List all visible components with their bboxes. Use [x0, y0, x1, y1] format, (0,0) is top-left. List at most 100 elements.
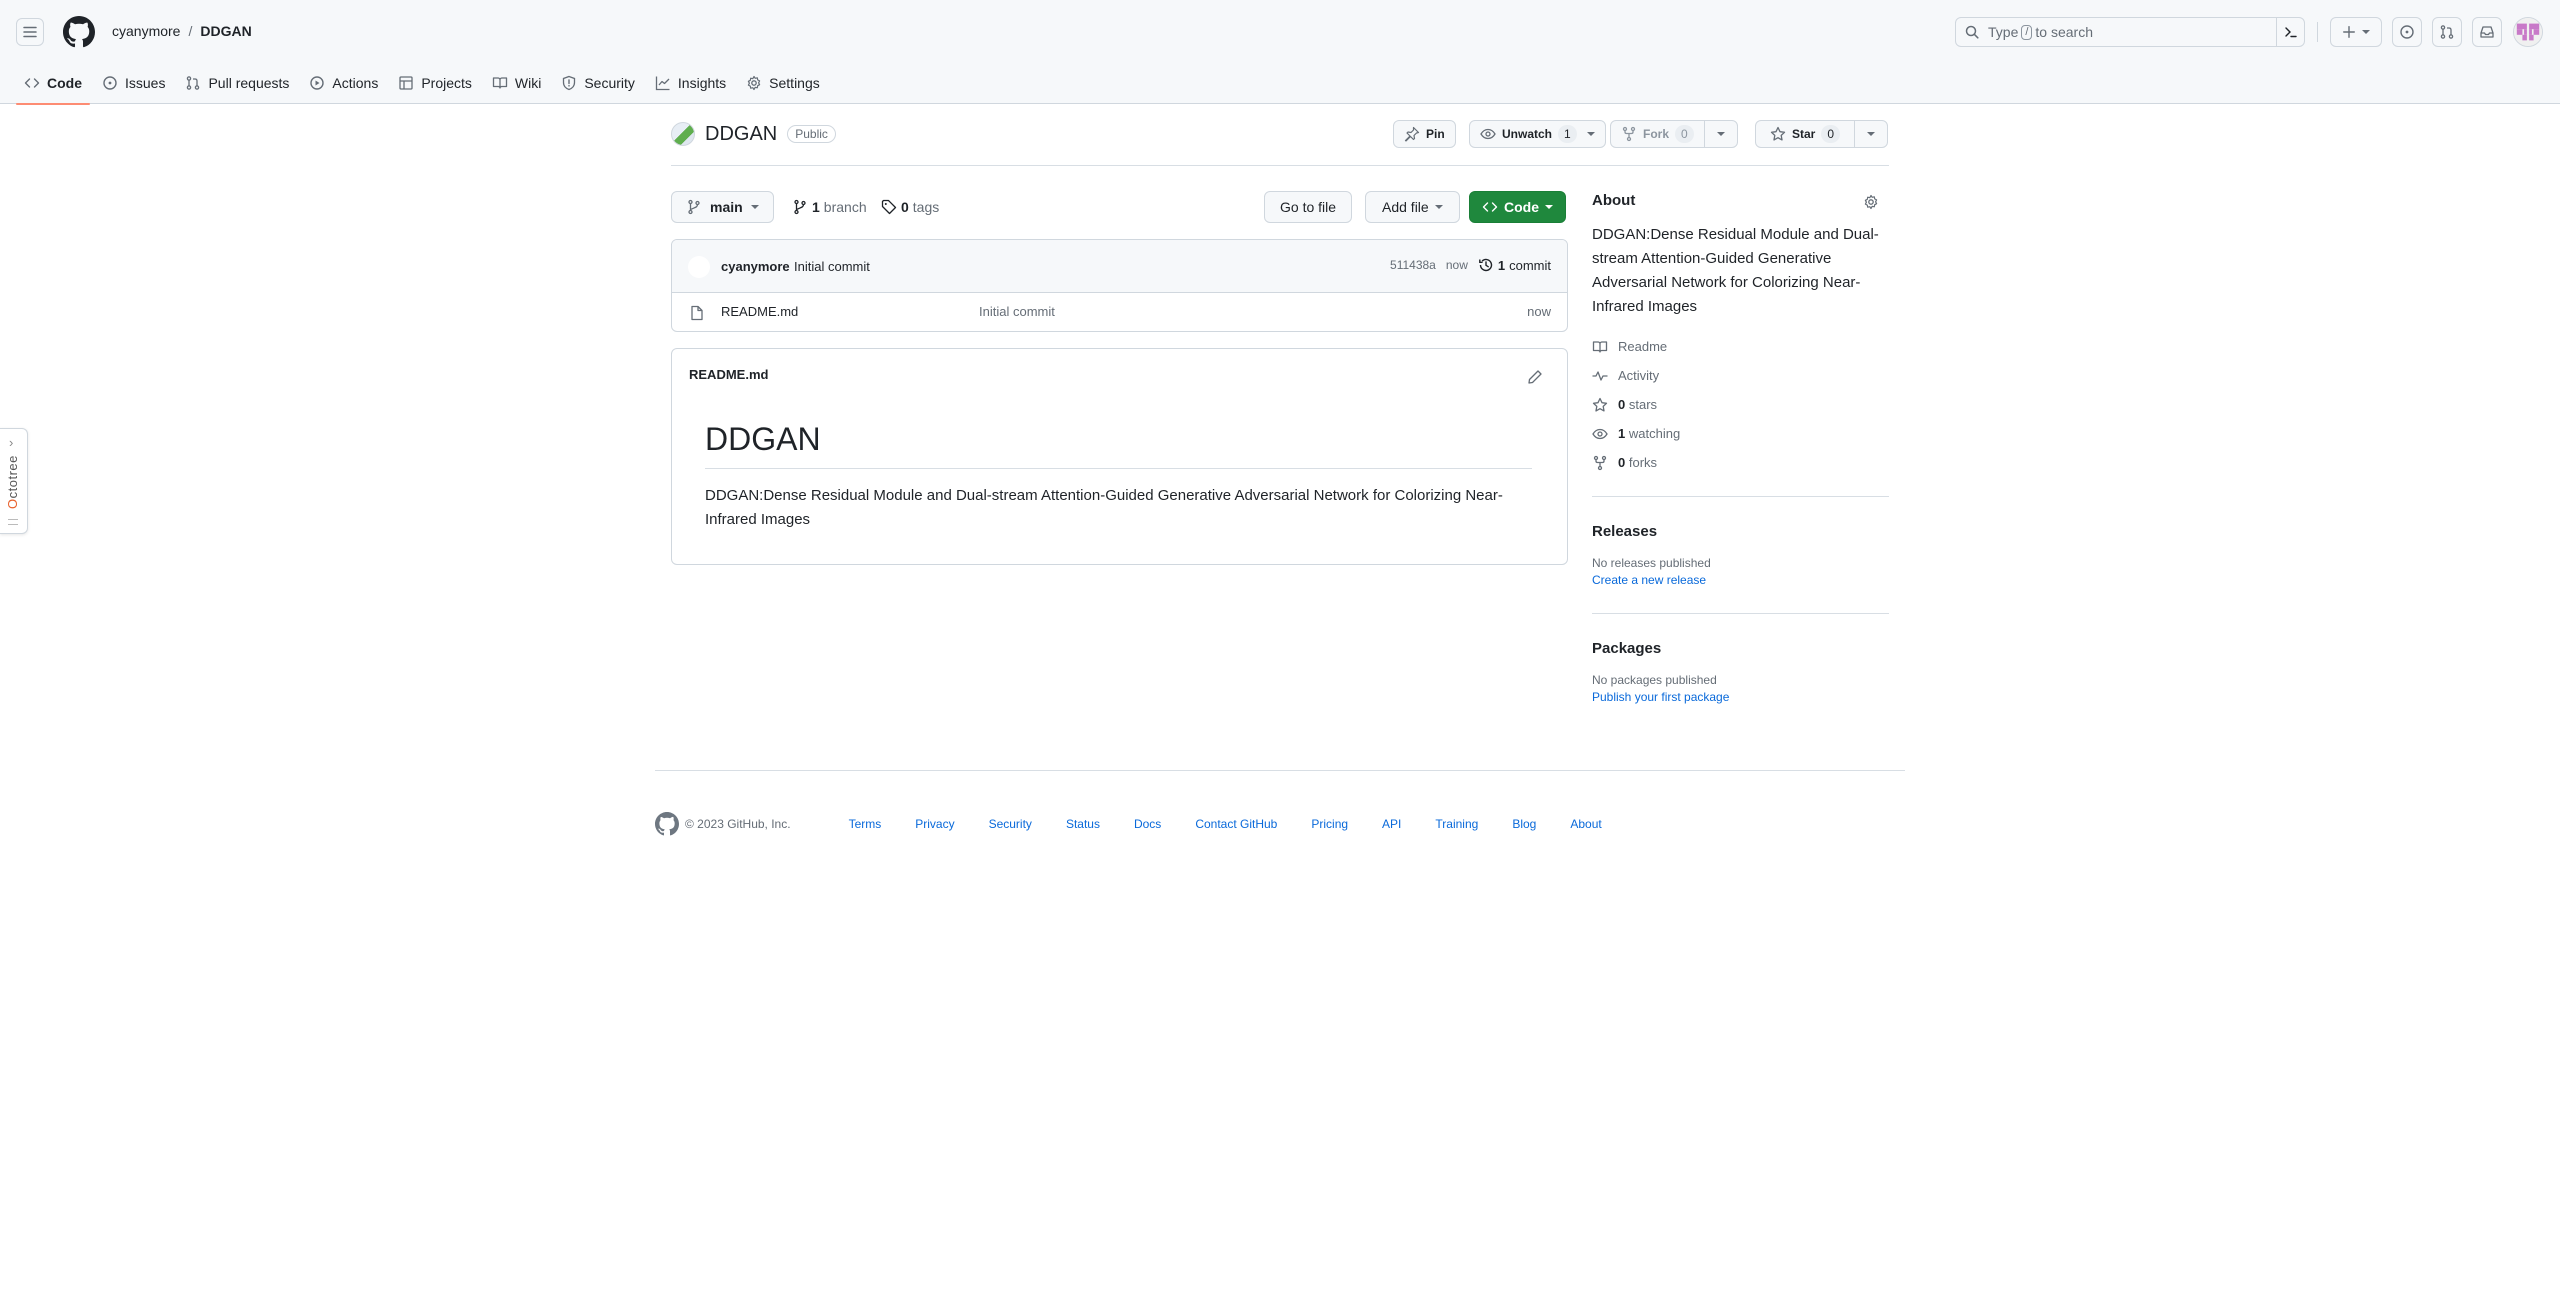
- unwatch-button-group: Unwatch 1: [1469, 120, 1606, 148]
- octotree-toggle[interactable]: › Octotree: [0, 428, 28, 534]
- play-icon: [310, 76, 325, 90]
- star-button[interactable]: Star 0: [1756, 121, 1856, 147]
- branch-icon: [794, 199, 806, 215]
- publish-package-link[interactable]: Publish your first package: [1592, 690, 1889, 704]
- branch-selector[interactable]: main: [671, 191, 774, 223]
- commit-author-avatar[interactable]: [688, 256, 710, 278]
- drag-handle-icon[interactable]: [8, 519, 18, 525]
- footer-link-blog[interactable]: Blog: [1512, 817, 1536, 831]
- about-description: DDGAN:Dense Residual Module and Dual-str…: [1592, 226, 1879, 315]
- pin-button[interactable]: Pin: [1393, 120, 1456, 148]
- open-menu-button[interactable]: [16, 18, 44, 46]
- repo-name-link[interactable]: DDGAN: [705, 123, 777, 146]
- issues-button[interactable]: [2392, 17, 2422, 47]
- readme-heading-divider: [705, 468, 1532, 469]
- footer-link-terms[interactable]: Terms: [849, 817, 882, 831]
- readme-link-label: Readme: [1618, 339, 1668, 354]
- file-commit-message-link[interactable]: Initial commit: [979, 304, 1055, 319]
- stars-link[interactable]: 0 stars: [1592, 390, 1889, 419]
- breadcrumb-separator: /: [188, 23, 193, 39]
- shield-icon: [563, 75, 576, 91]
- file-icon: [691, 305, 703, 321]
- activity-link-label: Activity: [1618, 368, 1660, 383]
- footer-link-status[interactable]: Status: [1066, 817, 1100, 831]
- commit-count-label: commit: [1509, 257, 1551, 273]
- tab-settings[interactable]: Settings: [738, 66, 828, 100]
- inbox-button[interactable]: [2472, 17, 2502, 47]
- watchers-link[interactable]: 1 watching: [1592, 419, 1889, 448]
- tag-icon: [881, 199, 897, 215]
- code-dropdown-button[interactable]: Code: [1469, 191, 1566, 223]
- fork-button[interactable]: Fork 0: [1611, 121, 1705, 147]
- activity-link[interactable]: Activity: [1592, 361, 1889, 390]
- tab-issues[interactable]: Issues: [94, 66, 173, 100]
- tab-projects[interactable]: Projects: [390, 66, 480, 100]
- tags-link[interactable]: 0 tags: [881, 199, 939, 215]
- commit-author-link[interactable]: cyanymore: [721, 259, 790, 274]
- go-to-file-button[interactable]: Go to file: [1264, 191, 1353, 223]
- tab-pull-requests[interactable]: Pull requests: [177, 66, 297, 100]
- packages-title[interactable]: Packages: [1592, 640, 1889, 657]
- breadcrumb-owner[interactable]: cyanymore: [112, 23, 180, 39]
- edit-readme-button[interactable]: [1527, 369, 1543, 385]
- command-palette-button[interactable]: [2276, 18, 2304, 46]
- tab-security[interactable]: Security: [553, 66, 643, 100]
- footer-link-privacy[interactable]: Privacy: [915, 817, 954, 831]
- chevron-down-icon: [1586, 132, 1595, 136]
- branch-icon: [688, 199, 700, 215]
- tab-label: Pull requests: [208, 75, 290, 91]
- footer-link-training[interactable]: Training: [1435, 817, 1478, 831]
- footer-link-security[interactable]: Security: [989, 817, 1032, 831]
- breadcrumb-repo[interactable]: DDGAN: [200, 23, 251, 39]
- chevron-down-icon: [1434, 205, 1443, 209]
- releases-title[interactable]: Releases: [1592, 523, 1889, 540]
- title-divider: [671, 165, 1889, 166]
- pull-requests-button[interactable]: [2432, 17, 2462, 47]
- unwatch-button[interactable]: Unwatch 1: [1469, 120, 1606, 148]
- tab-actions[interactable]: Actions: [301, 66, 386, 100]
- commit-count: 1: [1497, 257, 1506, 273]
- footer-link-api[interactable]: API: [1382, 817, 1401, 831]
- branch-name: main: [710, 199, 743, 215]
- fork-dropdown-button[interactable]: [1705, 121, 1737, 147]
- tab-label: Issues: [125, 75, 166, 91]
- file-name-link[interactable]: README.md: [721, 304, 798, 319]
- tab-code[interactable]: Code: [16, 66, 90, 105]
- readme-link[interactable]: Readme: [1592, 332, 1889, 361]
- github-logo-icon[interactable]: [655, 812, 679, 836]
- repo-owner-avatar[interactable]: [671, 122, 695, 146]
- forks-link[interactable]: 0 forks: [1592, 448, 1889, 477]
- create-new-button[interactable]: [2330, 17, 2382, 47]
- releases-empty-text: No releases published: [1592, 556, 1711, 570]
- pencil-icon: [1528, 370, 1542, 384]
- add-file-button[interactable]: Add file: [1365, 191, 1460, 223]
- latest-commit-row: cyanymore Initial commit 511438a now 1 c…: [672, 240, 1567, 293]
- footer-link-about[interactable]: About: [1570, 817, 1601, 831]
- unwatch-label: Unwatch: [1502, 127, 1553, 141]
- commit-history-link[interactable]: 1 commit: [1478, 257, 1551, 273]
- forks-label: forks: [1628, 455, 1658, 470]
- fork-icon: [1622, 126, 1636, 142]
- search-input[interactable]: Type / to search: [1955, 17, 2305, 47]
- branches-link[interactable]: 1 branch: [792, 199, 867, 215]
- commit-age: now: [1445, 258, 1468, 272]
- footer-link-pricing[interactable]: Pricing: [1311, 817, 1348, 831]
- footer-link-docs[interactable]: Docs: [1134, 817, 1161, 831]
- tab-wiki[interactable]: Wiki: [484, 66, 549, 100]
- star-list-dropdown-button[interactable]: [1855, 121, 1887, 147]
- tab-insights[interactable]: Insights: [647, 66, 734, 100]
- commit-message-link[interactable]: Initial commit: [794, 259, 870, 274]
- footer-link-contact[interactable]: Contact GitHub: [1195, 817, 1277, 831]
- tag-count-label: tags: [912, 199, 940, 215]
- user-avatar[interactable]: [2513, 17, 2543, 47]
- gear-icon: [1864, 194, 1878, 210]
- visibility-badge: Public: [787, 125, 836, 143]
- readme-heading: DDGAN: [705, 421, 821, 457]
- readme-filename-link[interactable]: README.md: [689, 367, 768, 382]
- github-logo-icon[interactable]: [63, 16, 95, 48]
- edit-about-button[interactable]: [1863, 194, 1879, 210]
- global-bar: cyanymore / DDGAN Type / to search: [0, 0, 2560, 62]
- create-release-link[interactable]: Create a new release: [1592, 573, 1889, 587]
- header-divider: [2317, 22, 2318, 42]
- commit-sha-link[interactable]: 511438a: [1390, 258, 1436, 272]
